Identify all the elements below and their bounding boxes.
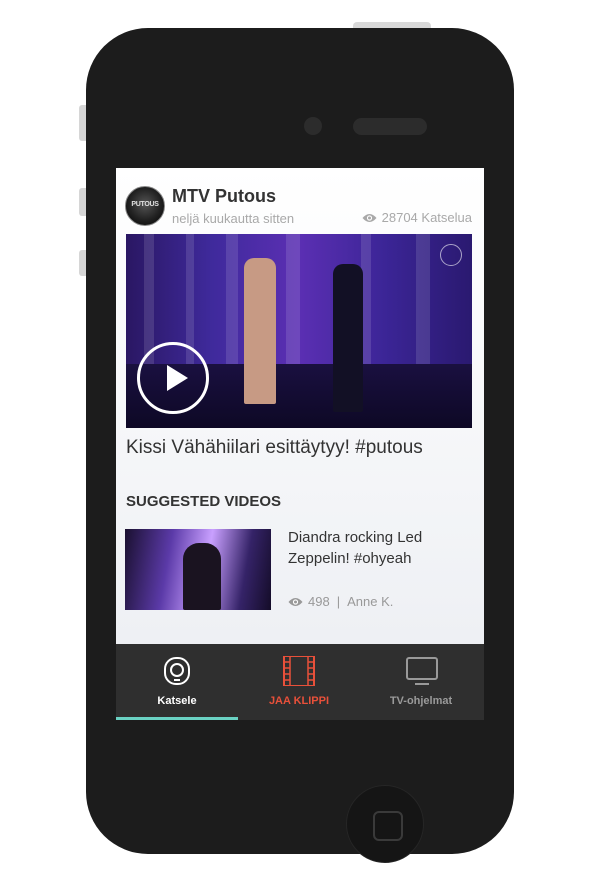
eye-icon (362, 213, 377, 222)
tab-label-jaa-klippi: JAA KLIPPI (268, 695, 330, 707)
home-square-icon (373, 811, 403, 841)
meta-separator: | (336, 594, 341, 609)
performer-figure (244, 258, 276, 404)
earpiece-speaker (353, 118, 427, 135)
suggested-view-count: 498 (308, 594, 330, 609)
suggested-video-thumbnail[interactable] (125, 529, 271, 610)
suggested-video-title[interactable]: Diandra rocking Led Zeppelin! #ohyeah (288, 527, 468, 569)
singer-figure (183, 543, 221, 610)
tv-icon (406, 657, 438, 685)
channel-avatar[interactable]: PUTOUS (125, 186, 165, 226)
video-post-card: PUTOUS MTV Putous neljä kuukautta sitten… (116, 168, 484, 644)
app-screen: PUTOUS MTV Putous neljä kuukautta sitten… (116, 168, 484, 720)
suggested-video-meta: 498 | Anne K. (288, 594, 393, 609)
tab-label-tv-ohjelmat: TV-ohjelmat (389, 695, 453, 707)
host-figure (333, 264, 363, 412)
video-title[interactable]: Kissi Vähähiilari esittäytyy! #putous (126, 437, 423, 459)
play-button[interactable] (137, 342, 209, 414)
active-tab-indicator (116, 717, 238, 720)
channel-watermark (440, 244, 462, 266)
tab-katsele[interactable]: Katsele (116, 644, 238, 720)
tab-jaa-klippi[interactable]: JAA KLIPPI (238, 644, 360, 720)
posted-time: neljä kuukautta sitten (172, 211, 295, 226)
bottom-tab-bar: Katsele JAA KLIPPI TV-ohjelmat (116, 644, 484, 720)
tab-tv-ohjelmat[interactable]: TV-ohjelmat (360, 644, 482, 720)
view-count: 28704 Katselua (362, 210, 472, 225)
play-icon (167, 365, 188, 391)
home-button[interactable] (346, 785, 424, 863)
watch-icon (164, 657, 190, 685)
video-player[interactable] (126, 234, 472, 428)
film-icon (283, 656, 315, 686)
eye-icon (288, 597, 303, 606)
avatar-logo-text: PUTOUS (131, 201, 159, 208)
channel-name[interactable]: MTV Putous (172, 186, 276, 207)
view-count-text: 28704 Katselua (381, 210, 472, 225)
front-camera (304, 117, 322, 135)
suggested-videos-heading: SUGGESTED VIDEOS (126, 493, 282, 510)
tab-label-katsele: Katsele (157, 695, 197, 707)
suggested-author[interactable]: Anne K. (347, 594, 393, 609)
